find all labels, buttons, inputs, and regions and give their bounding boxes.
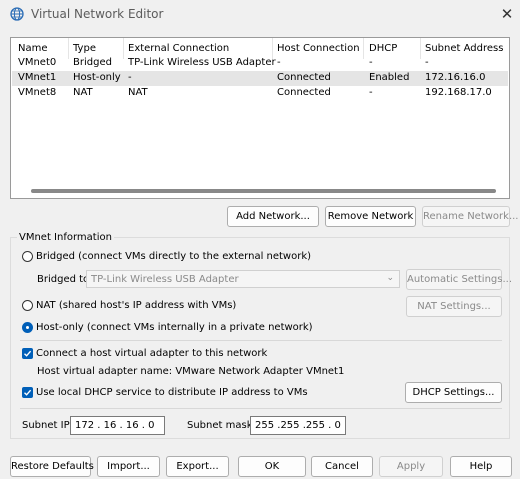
cell-host: Connected [277,87,331,98]
cell-dhcp: - [369,87,373,98]
bridged-to-label: Bridged to: [37,274,93,285]
cell-type: Bridged [73,57,112,68]
column-header-host[interactable]: Host Connection [277,43,360,54]
subnet-mask-label: Subnet mask: [187,420,256,431]
cell-subnet: 192.168.17.0 [425,87,492,98]
table-row[interactable]: VMnet0 Bridged TP-Link Wireless USB Adap… [12,56,508,71]
bridged-radio[interactable] [22,251,33,262]
column-header-dhcp[interactable]: DHCP [369,43,397,54]
connect-adapter-label[interactable]: Connect a host virtual adapter to this n… [36,348,267,359]
subnet-mask-field[interactable]: 255 .255 .255 . 0 [250,416,346,435]
connect-adapter-checkbox[interactable] [22,348,33,359]
column-header-name[interactable]: Name [18,43,48,54]
apply-button[interactable]: Apply [379,456,443,477]
table-row[interactable]: VMnet1 Host-only - Connected Enabled 172… [12,71,508,86]
import-button[interactable]: Import... [97,456,160,477]
cell-dhcp: - [369,57,373,68]
cell-external: TP-Link Wireless USB Adapter [128,57,276,68]
host-only-radio[interactable] [22,322,33,333]
rename-network-button[interactable]: Rename Network... [422,206,518,227]
use-dhcp-checkbox[interactable] [22,387,33,398]
column-header-type[interactable]: Type [73,43,96,54]
export-button[interactable]: Export... [166,456,229,477]
cell-type: NAT [73,87,93,98]
divider [20,408,502,409]
remove-network-button[interactable]: Remove Network [325,206,416,227]
table-row[interactable]: VMnet8 NAT NAT Connected - 192.168.17.0 [12,86,508,101]
cell-name: VMnet8 [18,87,57,98]
cell-external: - [128,72,132,83]
window-title: Virtual Network Editor [31,7,164,21]
automatic-settings-button[interactable]: Automatic Settings... [406,269,512,290]
close-icon[interactable]: ✕ [497,4,517,24]
vmnet-information-label: VMnet Information [17,232,114,243]
cancel-button[interactable]: Cancel [311,456,373,477]
cell-name: VMnet0 [18,57,57,68]
add-network-button[interactable]: Add Network... [227,206,319,227]
nat-settings-button[interactable]: NAT Settings... [406,296,502,317]
bridged-to-value: TP-Link Wireless USB Adapter [91,274,239,285]
nat-radio[interactable] [22,300,33,311]
restore-defaults-button[interactable]: Restore Defaults [10,456,94,477]
column-header-external[interactable]: External Connection [128,43,229,54]
horizontal-scrollbar[interactable] [31,189,496,193]
cell-subnet: - [425,57,429,68]
subnet-ip-label: Subnet IP: [22,420,73,431]
globe-icon [10,7,24,21]
adapter-name-text: Host virtual adapter name: VMware Networ… [37,366,345,377]
column-header-subnet[interactable]: Subnet Address [425,43,503,54]
cell-type: Host-only [73,72,121,83]
cell-host: - [277,57,281,68]
host-only-label[interactable]: Host-only (connect VMs internally in a p… [36,322,313,333]
bridged-label[interactable]: Bridged (connect VMs directly to the ext… [36,251,311,262]
subnet-ip-field[interactable]: 172 . 16 . 16 . 0 [70,416,165,435]
dhcp-settings-button[interactable]: DHCP Settings... [405,382,502,403]
cell-subnet: 172.16.16.0 [425,72,486,83]
divider [20,340,502,341]
cell-external: NAT [128,87,148,98]
cell-dhcp: Enabled [369,72,410,83]
cell-name: VMnet1 [18,72,57,83]
ok-button[interactable]: OK [238,456,306,477]
cell-host: Connected [277,72,331,83]
use-dhcp-label[interactable]: Use local DHCP service to distribute IP … [36,387,308,398]
nat-label[interactable]: NAT (shared host's IP address with VMs) [36,300,236,311]
network-table[interactable]: Name Type External Connection Host Conne… [10,37,510,199]
help-button[interactable]: Help [450,456,512,477]
chevron-down-icon: ⌄ [386,273,394,283]
bridged-to-select[interactable]: TP-Link Wireless USB Adapter ⌄ [86,270,400,288]
